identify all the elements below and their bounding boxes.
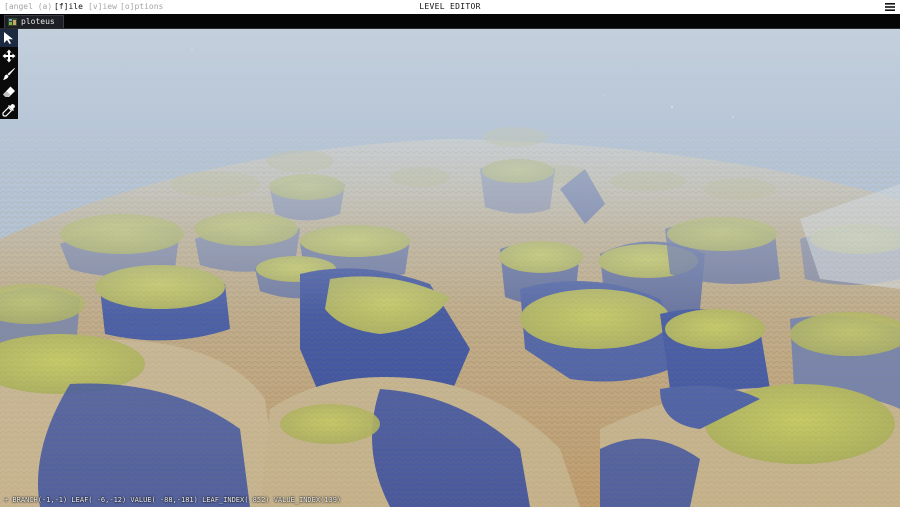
- brush-icon: [3, 68, 15, 80]
- move-tool[interactable]: [0, 47, 18, 65]
- eraser-icon: [3, 86, 15, 97]
- window-menu-icon[interactable]: [885, 3, 895, 11]
- move-arrows-icon: [2, 49, 16, 63]
- window-title: LEVEL EDITOR: [419, 2, 481, 11]
- level-viewport[interactable]: [0, 29, 900, 507]
- tab-ploteus[interactable]: ploteus: [4, 15, 64, 28]
- eraser-tool[interactable]: [0, 83, 18, 101]
- debug-status-line: + BRANCH(-1,-1) LEAF( -6,-12) VALUE( -88…: [4, 496, 342, 504]
- arrow-cursor-icon: [4, 32, 13, 44]
- tab-label: ploteus: [21, 17, 55, 26]
- tool-palette: [0, 29, 18, 119]
- select-tool[interactable]: [0, 29, 18, 47]
- menu-bar: [angel (a) [f]ile [v]iew [o]ptions LEVEL…: [0, 0, 900, 15]
- terrain-file-icon: [8, 18, 17, 26]
- eyedropper-icon: [2, 104, 15, 117]
- terrain-render[interactable]: [0, 29, 900, 507]
- eyedropper-tool[interactable]: [0, 101, 18, 119]
- tab-strip: ploteus: [0, 14, 900, 29]
- brush-tool[interactable]: [0, 65, 18, 83]
